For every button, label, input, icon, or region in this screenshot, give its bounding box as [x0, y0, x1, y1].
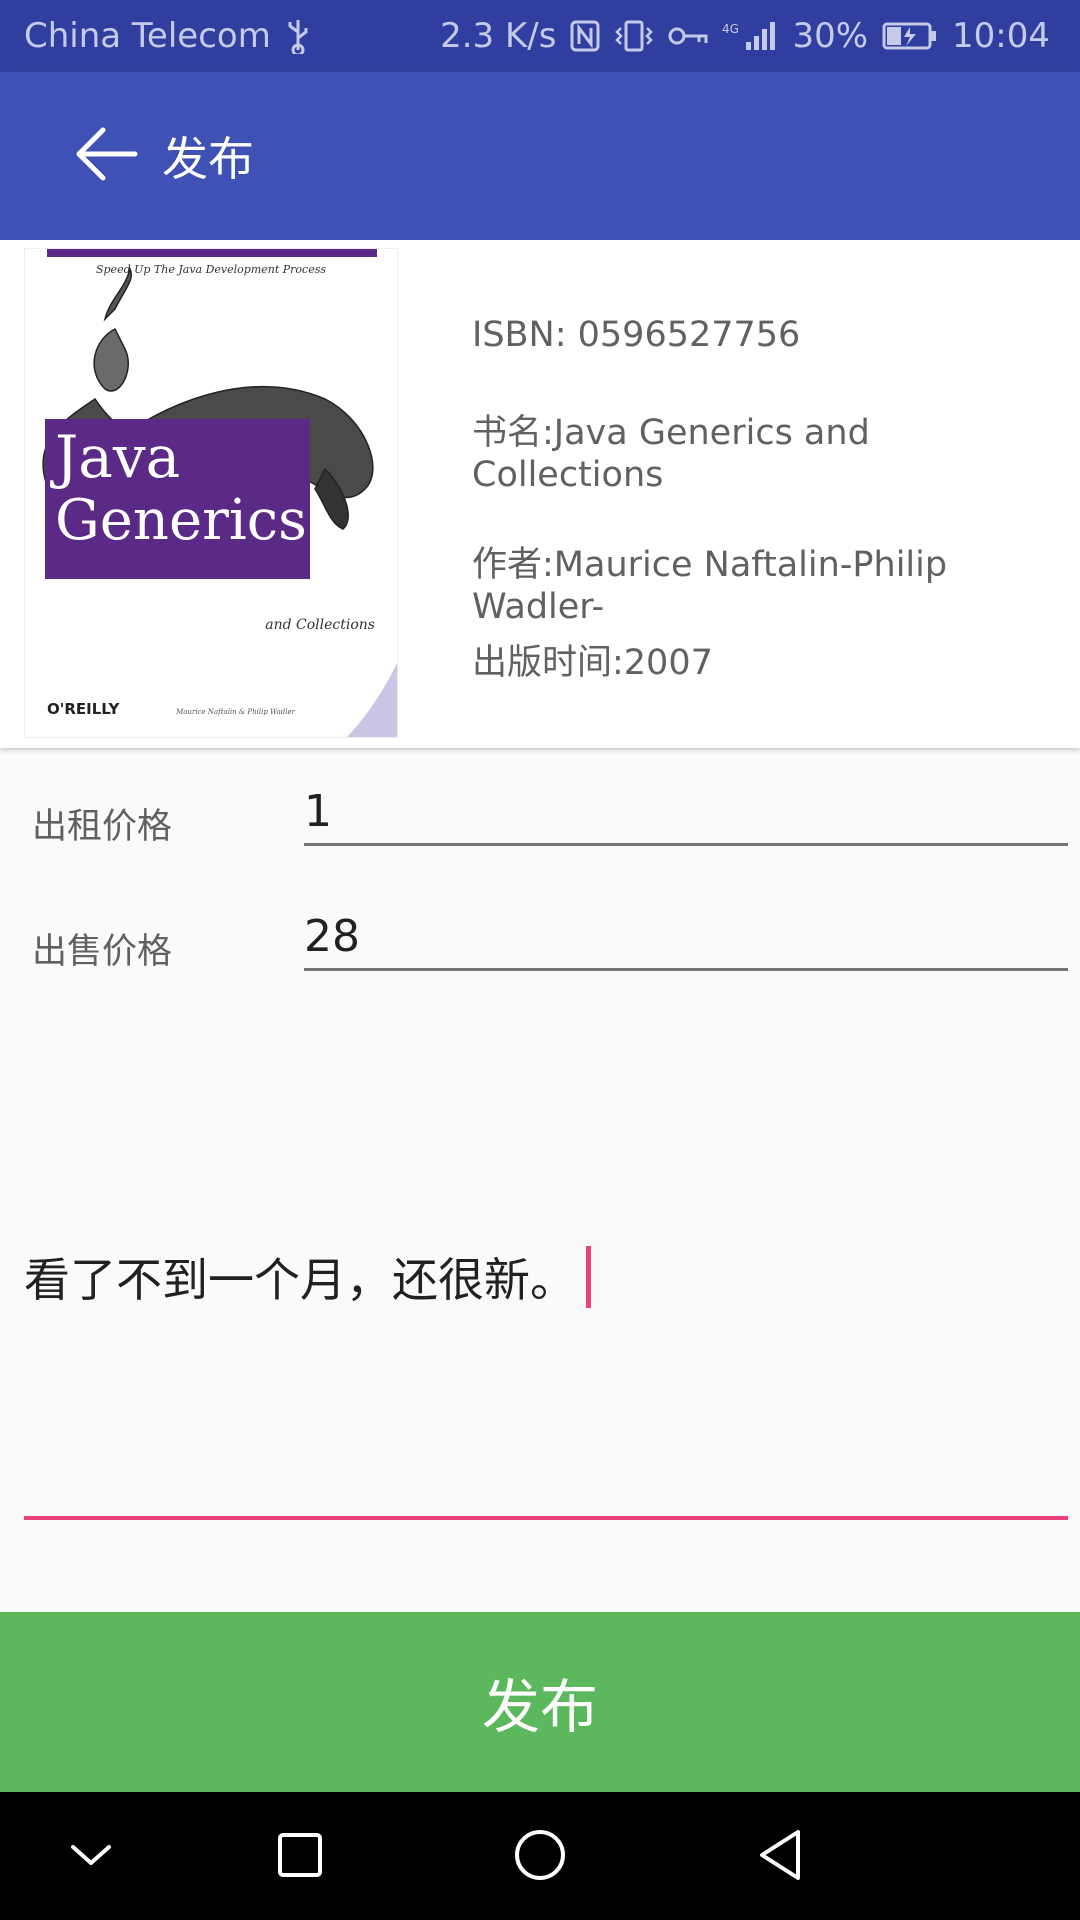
- network-speed: 2.3 K/s: [440, 16, 557, 56]
- triangle-back-icon: [756, 1828, 804, 1886]
- sale-price-input[interactable]: [304, 905, 1068, 971]
- cover-authors: Maurice Naftalin & Philip Wadler: [175, 708, 296, 716]
- book-card: Speed Up The Java Development Process Ja…: [0, 240, 1080, 748]
- text-cursor: [586, 1246, 591, 1308]
- status-bar: China Telecom 2.3 K/s 4G 30% 10:04: [0, 0, 1080, 72]
- navigation-bar: [0, 1792, 1080, 1920]
- sale-price-label: 出售价格: [32, 932, 173, 972]
- battery-charging-icon: [882, 21, 938, 51]
- cover-subtitle: and Collections: [265, 617, 375, 633]
- rent-price-label: 出租价格: [32, 807, 173, 847]
- circle-icon: [513, 1828, 567, 1886]
- back-button[interactable]: [52, 101, 162, 211]
- home-button[interactable]: [505, 1822, 575, 1892]
- nfc-icon: [570, 20, 600, 52]
- signal-icon: 4G: [722, 20, 778, 52]
- cover-title-line1: Java: [50, 423, 180, 491]
- publish-button[interactable]: 发布: [0, 1612, 1080, 1792]
- arrow-back-icon: [75, 126, 139, 186]
- clock: 10:04: [952, 16, 1050, 56]
- rent-price-input[interactable]: [304, 780, 1068, 846]
- back-nav-button[interactable]: [745, 1822, 815, 1892]
- description-field[interactable]: 看了不到一个月，还很新。: [24, 1220, 1068, 1520]
- usb-icon: [285, 18, 311, 54]
- chevron-down-icon: [69, 1841, 113, 1873]
- vibrate-icon: [614, 20, 654, 52]
- square-icon: [276, 1831, 324, 1883]
- network-type-label: 4G: [722, 22, 739, 36]
- isbn-text: ISBN: 0596527756: [472, 315, 801, 355]
- rent-price-row: 出租价格: [0, 760, 1080, 870]
- recents-button[interactable]: [265, 1822, 335, 1892]
- publish-time-text: 出版时间:2007: [472, 643, 713, 683]
- sale-price-row: 出售价格: [0, 885, 1080, 995]
- cover-publisher: O'REILLY: [47, 700, 121, 718]
- page-title: 发布: [162, 132, 254, 186]
- battery-percent: 30%: [792, 16, 869, 56]
- vpn-key-icon: [668, 24, 708, 48]
- hide-nav-button[interactable]: [56, 1822, 126, 1892]
- book-cover-image: Speed Up The Java Development Process Ja…: [24, 248, 398, 738]
- cover-title-line2: Generics: [55, 488, 307, 553]
- carrier-name: China Telecom: [24, 16, 271, 56]
- app-bar: 发布: [0, 72, 1080, 240]
- book-title-text: 书名:Java Generics and Collections: [472, 413, 870, 495]
- description-text: 看了不到一个月，还很新。: [24, 1253, 576, 1307]
- author-text: 作者:Maurice Naftalin-Philip Wadler-: [472, 545, 948, 627]
